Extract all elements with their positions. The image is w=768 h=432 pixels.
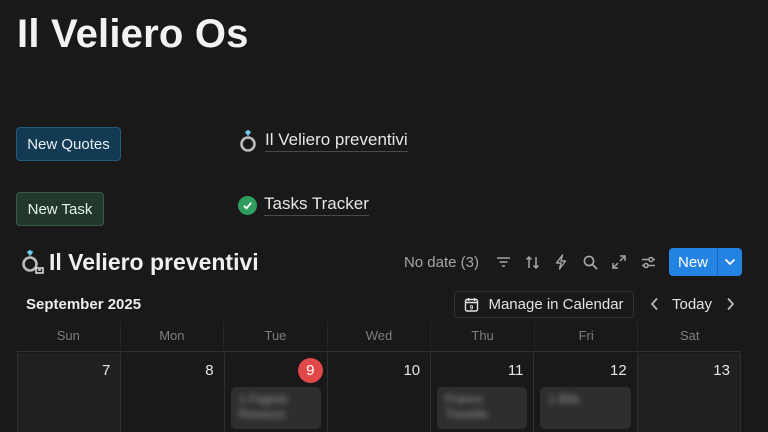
new-button[interactable]: New xyxy=(668,248,742,276)
sort-icon[interactable] xyxy=(518,248,547,276)
event-title: Franco Travella xyxy=(445,392,488,421)
new-button-label[interactable]: New xyxy=(669,248,717,276)
expand-icon[interactable] xyxy=(605,248,634,276)
month-label: September 2025 xyxy=(26,296,142,313)
chevron-left-icon[interactable] xyxy=(644,292,664,316)
today-button[interactable]: Today xyxy=(672,296,712,313)
calendar-day[interactable]: 9 1 Fagiolo Rosazzo xyxy=(223,353,327,432)
chevron-right-icon[interactable] xyxy=(720,292,740,316)
new-task-button[interactable]: New Task xyxy=(16,192,104,226)
weekday-label: Sun xyxy=(56,328,80,343)
day-number: 10 xyxy=(403,362,421,379)
search-icon[interactable] xyxy=(576,248,605,276)
calendar-week: 7 8 9 1 Fagiolo Rosazzo 10 11 Franco Tra… xyxy=(17,353,741,432)
check-circle-icon xyxy=(238,195,257,215)
ring-icon xyxy=(240,129,256,152)
weekday-label: Mon xyxy=(119,322,224,351)
filter-icon[interactable] xyxy=(489,248,518,276)
event-title: 1 Fagiolo Rosazzo xyxy=(238,392,288,421)
event-card[interactable]: 1 Fagiolo Rosazzo xyxy=(230,387,321,429)
database-header: Il Veliero preventivi xyxy=(20,248,259,276)
no-date-button[interactable]: No date (3) xyxy=(404,254,479,271)
weekday-label: Sat xyxy=(637,322,741,351)
event-title: 1 Bifa xyxy=(548,392,580,406)
lightning-icon[interactable] xyxy=(547,248,576,276)
day-number: 13 xyxy=(713,362,730,379)
page-title: Il Veliero Os xyxy=(17,12,249,56)
day-number: 11 xyxy=(507,362,524,379)
database-toolbar: No date (3) New xyxy=(404,248,742,276)
settings-sliders-icon[interactable] xyxy=(634,248,663,276)
link-tasks-tracker[interactable]: Tasks Tracker xyxy=(238,194,369,216)
calendar-day[interactable]: 12 1 Bifa xyxy=(533,353,636,432)
link-preventivi-label: Il Veliero preventivi xyxy=(265,130,408,152)
weekday-label: Wed xyxy=(326,322,431,351)
calendar-day[interactable]: 8 xyxy=(120,353,223,432)
day-number: 8 xyxy=(205,362,214,379)
link-tasks-tracker-label: Tasks Tracker xyxy=(264,194,369,216)
weekday-label: Thu xyxy=(430,322,534,351)
new-quotes-button[interactable]: New Quotes xyxy=(16,127,121,161)
weekday-label: Tue xyxy=(223,322,327,351)
event-card[interactable]: 1 Bifa xyxy=(540,387,631,429)
chevron-down-icon[interactable] xyxy=(717,248,742,276)
today-day-number: 9 xyxy=(297,358,323,383)
day-number: 7 xyxy=(101,362,111,379)
day-number: 12 xyxy=(610,362,627,379)
event-card[interactable]: Franco Travella xyxy=(437,387,528,429)
weekday-header: Sun Mon Tue Wed Thu Fri Sat xyxy=(17,322,741,352)
manage-in-calendar-button[interactable]: 9 Manage in Calendar xyxy=(454,291,634,318)
calendar-day[interactable]: 10 xyxy=(326,353,430,432)
calendar-day[interactable]: 7 xyxy=(18,353,121,432)
weekday-label: Fri xyxy=(533,322,638,351)
manage-in-calendar-label: Manage in Calendar xyxy=(488,296,624,313)
calendar-day[interactable]: 11 Franco Travella xyxy=(430,353,533,432)
link-preventivi[interactable]: Il Veliero preventivi xyxy=(238,129,408,153)
ring-icon xyxy=(22,249,44,274)
calendar-day[interactable]: 13 xyxy=(636,353,740,432)
calendar-icon: 9 xyxy=(465,297,479,312)
database-title[interactable]: Il Veliero preventivi xyxy=(49,249,259,276)
